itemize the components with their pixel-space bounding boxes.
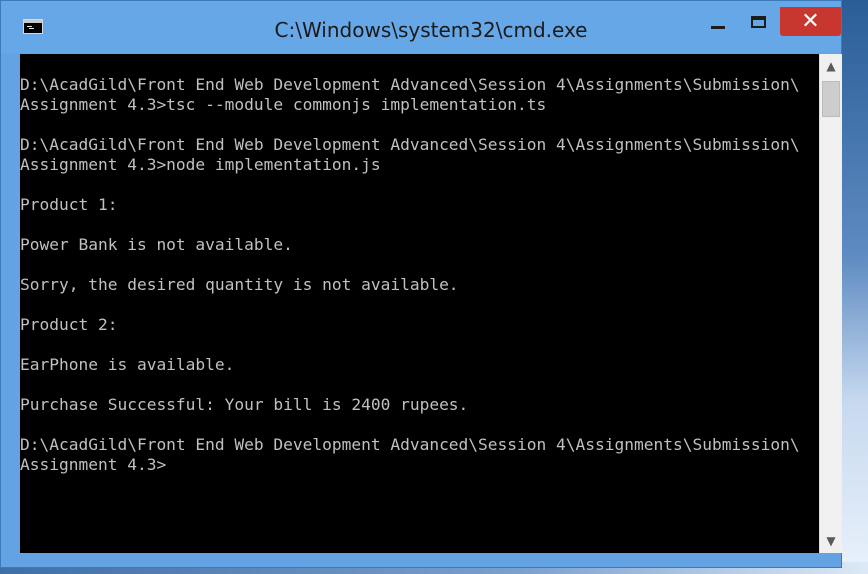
window-title: C:\Windows\system32\cmd.exe [274,18,588,42]
console-line: D:\AcadGild\Front End Web Development Ad… [20,75,800,94]
vertical-scrollbar[interactable]: ▲ ▼ [819,54,842,553]
close-button[interactable]: ✕ [780,7,841,36]
console-line: Purchase Successful: Your bill is 2400 r… [20,395,469,414]
scroll-up-button[interactable]: ▲ [820,54,842,78]
scroll-down-button[interactable]: ▼ [820,529,842,553]
console-line: D:\AcadGild\Front End Web Development Ad… [20,435,800,454]
close-icon: ✕ [801,9,820,34]
chevron-down-icon: ▼ [826,534,836,548]
scroll-thumb[interactable] [822,81,840,117]
console-line: Sorry, the desired quantity is not avail… [20,275,459,294]
chevron-up-icon: ▲ [826,59,836,73]
console-line: Power Bank is not available. [20,235,293,254]
minimize-button[interactable] [701,8,735,36]
maximize-button[interactable] [741,8,775,36]
console-text: D:\AcadGild\Front End Web Development Ad… [20,75,800,475]
command-prompt-icon[interactable] [23,19,43,34]
console-output[interactable]: D:\AcadGild\Front End Web Development Ad… [20,54,819,553]
maximize-icon [750,16,766,28]
window-bottom-border [1,553,841,567]
console-line: Assignment 4.3>tsc --module commonjs imp… [20,95,547,114]
title-bar[interactable]: C:\Windows\system32\cmd.exe ✕ [1,1,841,53]
minimize-icon [711,25,725,29]
console-line: EarPhone is available. [20,355,235,374]
console-line: Assignment 4.3>node implementation.js [20,155,381,174]
console-line: Product 2: [20,315,118,334]
desktop-background [842,0,868,574]
console-line: D:\AcadGild\Front End Web Development Ad… [20,135,800,154]
console-line: Assignment 4.3> [20,455,167,474]
console-line: Product 1: [20,195,118,214]
cmd-window: C:\Windows\system32\cmd.exe ✕ D:\AcadGil… [0,0,842,568]
